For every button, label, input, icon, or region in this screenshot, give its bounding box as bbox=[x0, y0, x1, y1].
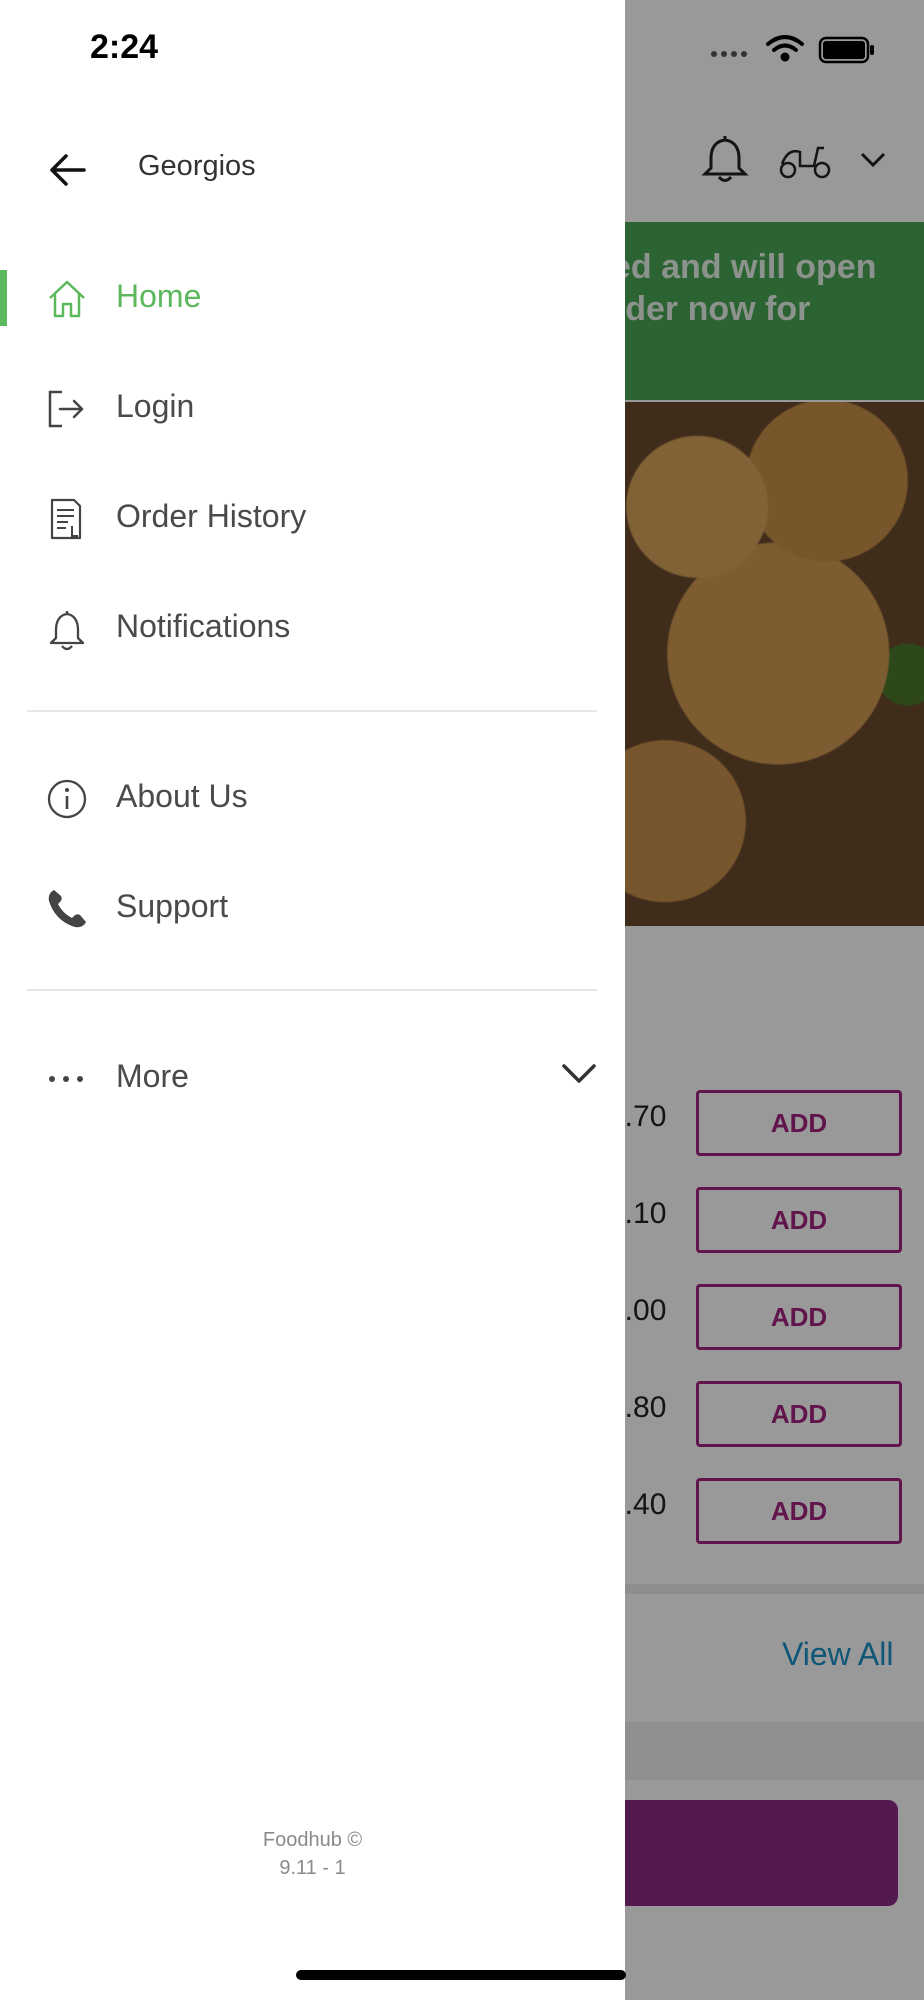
info-icon bbox=[47, 779, 87, 819]
chevron-down-icon[interactable] bbox=[560, 1060, 598, 1088]
navigation-drawer: 2:24 Georgios Home Login Order History N… bbox=[0, 0, 625, 2000]
menu-divider bbox=[27, 710, 597, 712]
menu-item-label: About Us bbox=[116, 778, 248, 814]
menu-item-order-history[interactable]: Order History bbox=[0, 466, 625, 566]
menu-item-label: Login bbox=[116, 388, 195, 424]
menu-item-about-us[interactable]: About Us bbox=[0, 746, 625, 846]
menu-item-label: Home bbox=[116, 278, 202, 314]
home-indicator bbox=[296, 1970, 626, 1980]
user-name: Georgios bbox=[138, 150, 256, 182]
more-dots-icon bbox=[49, 1076, 83, 1082]
status-time: 2:24 bbox=[90, 28, 159, 66]
menu-item-home[interactable]: Home bbox=[0, 246, 625, 346]
menu-item-login[interactable]: Login bbox=[0, 356, 625, 456]
menu-divider bbox=[27, 989, 597, 991]
login-icon bbox=[48, 390, 84, 428]
phone-icon bbox=[48, 890, 86, 928]
menu-item-label: Order History bbox=[116, 498, 307, 534]
home-icon bbox=[49, 280, 85, 318]
app-footer: Foodhub © 9.11 - 1 bbox=[0, 1826, 625, 1882]
back-arrow-icon[interactable] bbox=[44, 146, 92, 194]
order-history-icon bbox=[50, 498, 82, 540]
menu-item-more[interactable]: More bbox=[0, 1026, 625, 1126]
drawer-header: Georgios bbox=[0, 130, 625, 210]
menu-item-label: Support bbox=[116, 888, 229, 924]
footer-brand: Foodhub © bbox=[262, 1829, 363, 1851]
menu-item-label: More bbox=[116, 1058, 189, 1094]
menu-item-support[interactable]: Support bbox=[0, 856, 625, 956]
footer-version: 9.11 - 1 bbox=[279, 1857, 346, 1879]
menu-item-notifications[interactable]: Notifications bbox=[0, 576, 625, 676]
menu-item-label: Notifications bbox=[116, 608, 291, 644]
bell-icon bbox=[49, 611, 85, 651]
